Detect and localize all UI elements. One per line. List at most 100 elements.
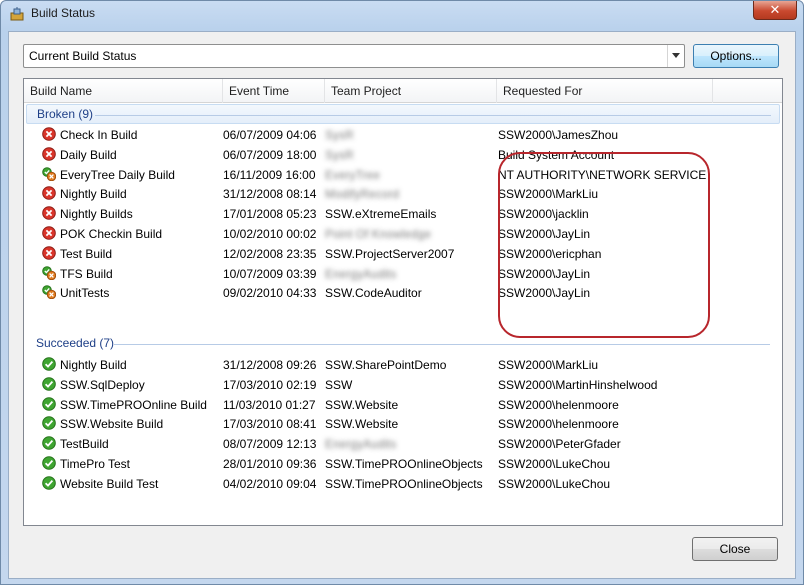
team-project: EveryTree	[325, 168, 380, 182]
build-name: UnitTests	[60, 286, 110, 301]
event-time: 11/03/2010 01:27	[223, 397, 316, 412]
build-name: Check In Build	[60, 128, 138, 142]
group-header-broken[interactable]: Broken (9)	[26, 104, 780, 124]
close-icon: ✕	[769, 2, 781, 17]
event-time: 31/12/2008 08:14	[223, 187, 317, 202]
event-time: 10/07/2009 03:39	[223, 266, 317, 281]
team-project-text: EnergyAudits	[325, 266, 397, 281]
succeeded-icon	[42, 456, 56, 470]
build-name: EveryTree Daily Build	[60, 167, 175, 182]
event-time: 17/03/2010 08:41	[223, 417, 317, 432]
team-project: SSW.Website	[325, 398, 398, 412]
table-row[interactable]: TestBuild 08/07/2009 12:13 EnergyAudits SSW…	[24, 434, 782, 454]
event-time: 12/02/2008 23:35	[223, 246, 317, 261]
event-time: 17/01/2008 05:23	[223, 207, 317, 222]
table-row[interactable]: Check In Build 06/07/2009 04:06 SysR SSW200…	[24, 125, 782, 145]
failed-icon	[42, 146, 56, 161]
event-time: 28/01/2010 09:36	[223, 457, 317, 471]
team-project: SSW.ProjectServer2007	[325, 247, 454, 261]
table-row[interactable]: Website Build Test 04/02/2010 09:04 SSW.Ti…	[24, 474, 782, 494]
requested-for: SSW2000\JamesZhou	[498, 128, 619, 142]
close-button[interactable]: Close	[692, 537, 778, 561]
succeeded-icon	[42, 396, 56, 411]
team-project-text: SSW.ProjectServer2007	[325, 246, 455, 261]
requested-for: SSW2000\LukeChou	[498, 476, 611, 491]
table-row[interactable]: TimePro Test 28/01/2010 09:36 SSW.TimePROO…	[24, 454, 782, 474]
table-row[interactable]: SSW.SqlDeploy 17/03/2010 02:19 SSW SSW2000\…	[24, 375, 782, 395]
event-time: 06/07/2009 18:00	[223, 147, 317, 162]
group-title-broken: Broken (9)	[37, 107, 94, 121]
window-close-button[interactable]: ✕	[753, 1, 797, 20]
requested-for: SSW2000\MartinHinshelwood	[498, 377, 658, 392]
team-project: SSW.SharePointDemo	[325, 358, 446, 372]
team-project: EnergyAudits	[325, 437, 396, 451]
team-project: SSW.TimePROOnlineObjects	[325, 477, 483, 491]
partial-icon	[42, 166, 57, 181]
event-time: 08/07/2009 12:13	[223, 437, 317, 452]
failed-icon	[42, 127, 56, 141]
team-project-text: SSW.TimePROOnlineObjects	[325, 476, 483, 491]
build-status-window: Build Status ✕ Current Build Status Opti…	[0, 0, 804, 585]
team-project-text: Point Of Knowledge	[325, 227, 432, 241]
succeeded-icon	[42, 436, 56, 450]
event-time: 17/03/2010 02:19	[223, 377, 317, 392]
group-divider	[114, 344, 770, 345]
event-time: 04/02/2010 09:04	[223, 476, 317, 491]
team-project-text: SSW.eXtremeEmails	[325, 207, 437, 222]
view-select[interactable]: Current Build Status	[23, 44, 685, 68]
options-button[interactable]: Options...	[693, 44, 779, 68]
team-project: SSW.CodeAuditor	[325, 286, 422, 300]
table-row[interactable]: SSW.Website Build 17/03/2010 08:41 SSW.Web…	[24, 414, 782, 434]
requested-for: SSW2000\MarkLiu	[498, 358, 599, 372]
group-title-succeeded: Succeeded (7)	[36, 336, 115, 350]
column-header-requested-for[interactable]: Requested For	[497, 79, 713, 103]
team-project: Point Of Knowledge	[325, 227, 431, 241]
event-time: 10/02/2010 00:02	[223, 227, 317, 241]
event-time: 06/07/2009 04:06	[223, 128, 317, 142]
column-header-event-time[interactable]: Event Time	[223, 79, 325, 103]
build-status-icon	[10, 7, 24, 21]
view-select-dropdown-button[interactable]	[667, 45, 684, 67]
event-time: 31/12/2008 09:26	[223, 358, 317, 372]
build-name: Nightly Builds	[60, 207, 133, 222]
failed-icon	[42, 226, 56, 240]
title-bar[interactable]: Build Status ✕	[1, 1, 803, 27]
team-project-text: SSW.SharePointDemo	[325, 358, 447, 372]
team-project-text: SSW.Website	[325, 417, 399, 432]
succeeded-icon	[42, 357, 56, 371]
team-project: SSW.TimePROOnlineObjects	[325, 457, 483, 471]
team-project: ModifyRecord	[325, 187, 399, 201]
build-name: SSW.TimePROOnline Build	[60, 397, 207, 412]
build-name: Test Build	[60, 246, 113, 261]
team-project-text: SysR	[325, 147, 354, 162]
requested-for: SSW2000\LukeChou	[498, 457, 611, 471]
table-row[interactable]: SSW.TimePROOnline Build 11/03/2010 01:27 S…	[24, 395, 782, 415]
column-header-build-name[interactable]: Build Name	[24, 79, 223, 103]
requested-for: SSW2000\helenmoore	[498, 397, 619, 412]
build-name: TestBuild	[60, 437, 109, 452]
team-project-text: EveryTree	[325, 167, 380, 182]
group-divider	[95, 115, 771, 116]
build-name: TFS Build	[60, 266, 113, 281]
team-project-text: SSW	[325, 377, 353, 392]
succeeded-icon	[42, 416, 56, 431]
failed-icon	[42, 206, 56, 220]
team-project-text: EnergyAudits	[325, 437, 397, 452]
event-time: 16/11/2009 16:00	[223, 167, 316, 182]
team-project: SSW.Website	[325, 417, 398, 431]
highlight-annotation	[498, 152, 710, 338]
failed-icon	[42, 186, 56, 201]
column-header-team-project[interactable]: Team Project	[325, 79, 497, 103]
build-name: Website Build Test	[60, 476, 159, 491]
window-title: Build Status	[31, 6, 96, 20]
table-row[interactable]: Nightly Build 31/12/2008 09:26 SSW.SharePo…	[24, 355, 782, 375]
team-project-text: SSW.CodeAuditor	[325, 286, 422, 301]
requested-for: SSW2000\PeterGfader	[498, 437, 621, 452]
team-project-text: ModifyRecord	[325, 187, 400, 202]
team-project: SSW.eXtremeEmails	[325, 207, 436, 221]
team-project-text: SSW.TimePROOnlineObjects	[325, 457, 483, 471]
list-header: Build Name Event Time Team Project Reque…	[24, 79, 782, 103]
partial-icon	[42, 285, 57, 300]
team-project-text: SSW.Website	[325, 397, 399, 412]
requested-for: SSW2000\helenmoore	[498, 417, 619, 432]
